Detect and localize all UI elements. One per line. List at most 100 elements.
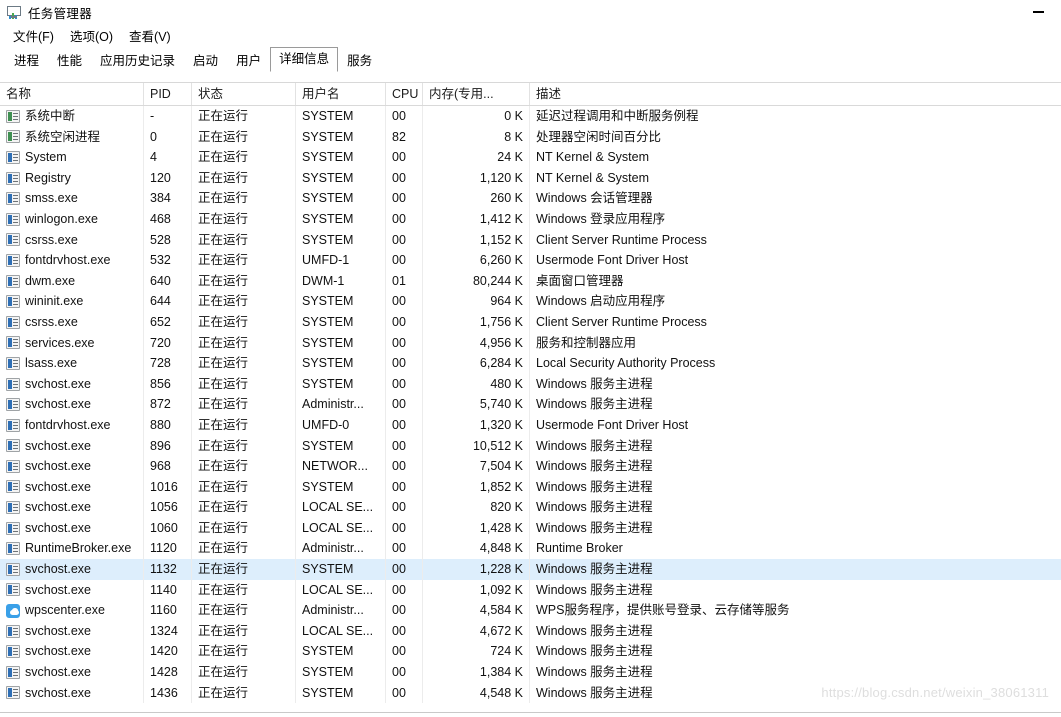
table-row[interactable]: RuntimeBroker.exe 1120 正在运行 Administr... 00 4… [0, 538, 1061, 560]
table-row[interactable]: svchost.exe 1428 正在运行 SYSTEM 00 1,384 K Window… [0, 662, 1061, 683]
bottom-divider [0, 712, 1061, 713]
cell-cpu: 00 [386, 353, 423, 374]
process-name-label: svchost.exe [25, 459, 92, 474]
table-row[interactable]: wpscenter.exe 1160 正在运行 Administr... 00 4,584… [0, 600, 1061, 621]
tab-app-history[interactable]: 应用历史记录 [91, 49, 184, 72]
table-row[interactable]: winlogon.exe 468 正在运行 SYSTEM 00 1,412 K Window… [0, 208, 1061, 230]
cell-cpu: 00 [386, 332, 423, 354]
cell-memory: 0 K [423, 106, 530, 127]
cell-name: svchost.exe [0, 662, 144, 683]
cell-description: Windows 启动应用程序 [536, 294, 666, 309]
table-row[interactable]: dwm.exe 640 正在运行 DWM-1 01 80,244 K 桌面窗口管理器 [0, 270, 1061, 292]
window-controls [1016, 0, 1061, 24]
table-row[interactable]: smss.exe 384 正在运行 SYSTEM 00 260 K Windows 会话管理… [0, 188, 1061, 209]
table-row[interactable]: svchost.exe 1060 正在运行 LOCAL SE... 00 1,428 K W… [0, 517, 1061, 539]
cell-description: Windows 服务主进程 [536, 644, 653, 659]
cell-status: 正在运行 [192, 517, 296, 539]
table-row[interactable]: svchost.exe 968 正在运行 NETWOR... 00 7,504 K Wind… [0, 456, 1061, 477]
process-name-label: svchost.exe [25, 623, 92, 638]
cell-description: Windows 服务主进程 [536, 665, 653, 680]
cell-name: svchost.exe [0, 682, 144, 704]
table-row[interactable]: 系统空闲进程 0 正在运行 SYSTEM 82 8 K 处理器空闲时间百分比 [0, 126, 1061, 148]
column-header-status[interactable]: 状态 [192, 83, 296, 105]
cell-username: SYSTEM [296, 126, 386, 148]
menu-item-options[interactable]: 选项(O) [62, 24, 121, 47]
menu-item-file[interactable]: 文件(F) [5, 24, 62, 47]
table-row[interactable]: svchost.exe 1420 正在运行 SYSTEM 00 724 K Windows … [0, 641, 1061, 663]
cell-pid: 1056 [144, 497, 192, 518]
cell-memory: 10,512 K [423, 435, 530, 457]
exe-icon [6, 171, 20, 185]
table-row[interactable]: svchost.exe 1016 正在运行 SYSTEM 00 1,852 K Window… [0, 476, 1061, 498]
table-row[interactable]: svchost.exe 1140 正在运行 LOCAL SE... 00 1,092 K W… [0, 579, 1061, 601]
process-name-label: csrss.exe [25, 232, 78, 247]
tab-users[interactable]: 用户 [227, 49, 270, 72]
tab-services[interactable]: 服务 [338, 49, 381, 72]
cell-name: wpscenter.exe [0, 600, 144, 621]
menu-item-view[interactable]: 查看(V) [121, 24, 179, 47]
cell-memory: 6,284 K [423, 353, 530, 374]
cell-name: svchost.exe [0, 373, 144, 395]
process-name-label: lsass.exe [25, 356, 78, 371]
cell-name: dwm.exe [0, 270, 144, 292]
tab-startup[interactable]: 启动 [184, 49, 227, 72]
table-row[interactable]: fontdrvhost.exe 880 正在运行 UMFD-0 00 1,320 K Use… [0, 414, 1061, 436]
table-row[interactable]: svchost.exe 1436 正在运行 SYSTEM 00 4,548 K Window… [0, 682, 1061, 704]
cell-pid: 1016 [144, 476, 192, 498]
column-header-memory[interactable]: 内存(专用... [423, 83, 530, 105]
exe-icon [6, 233, 20, 247]
process-name-label: svchost.exe [25, 582, 92, 597]
cell-pid: 384 [144, 188, 192, 209]
column-header-description[interactable]: 描述 [530, 83, 1061, 105]
table-row[interactable]: svchost.exe 896 正在运行 SYSTEM 00 10,512 K Window… [0, 435, 1061, 457]
cell-description: WPS服务程序，提供账号登录、云存储等服务 [536, 603, 790, 618]
table-row[interactable]: services.exe 720 正在运行 SYSTEM 00 4,956 K 服务和控制器… [0, 332, 1061, 354]
cell-memory: 1,428 K [423, 517, 530, 539]
tab-details[interactable]: 详细信息 [270, 47, 339, 72]
tab-processes[interactable]: 进程 [5, 49, 48, 72]
cell-username: LOCAL SE... [296, 517, 386, 539]
minimize-button[interactable] [1016, 0, 1061, 24]
cell-description: 服务和控制器应用 [536, 335, 637, 350]
column-header-cpu[interactable]: CPU [386, 83, 423, 105]
exe-icon [6, 665, 20, 679]
table-row[interactable]: csrss.exe 528 正在运行 SYSTEM 00 1,152 K Client Se… [0, 229, 1061, 251]
table-row[interactable]: csrss.exe 652 正在运行 SYSTEM 00 1,756 K Client Se… [0, 311, 1061, 333]
table-row[interactable]: wininit.exe 644 正在运行 SYSTEM 00 964 K Windows 启… [0, 291, 1061, 312]
cell-status: 正在运行 [192, 682, 296, 704]
table-row[interactable]: svchost.exe 1132 正在运行 SYSTEM 00 1,228 K Window… [0, 559, 1061, 580]
task-manager-icon [6, 4, 22, 20]
table-row[interactable]: svchost.exe 1056 正在运行 LOCAL SE... 00 820 K Win… [0, 497, 1061, 518]
cell-memory: 80,244 K [423, 270, 530, 292]
table-row[interactable]: svchost.exe 856 正在运行 SYSTEM 00 480 K Windows 服… [0, 373, 1061, 395]
cell-pid: 4 [144, 147, 192, 168]
cell-cpu: 00 [386, 188, 423, 209]
cell-description: Local Security Authority Process [536, 356, 716, 371]
table-row[interactable]: Registry 120 正在运行 SYSTEM 00 1,120 K NT Kernel … [0, 167, 1061, 189]
tab-performance[interactable]: 性能 [48, 49, 91, 72]
cell-name: csrss.exe [0, 311, 144, 333]
cell-status: 正在运行 [192, 600, 296, 621]
cell-username: SYSTEM [296, 208, 386, 230]
table-row[interactable]: fontdrvhost.exe 532 正在运行 UMFD-1 00 6,260 K Use… [0, 250, 1061, 271]
table-row[interactable]: svchost.exe 1324 正在运行 LOCAL SE... 00 4,672 K W… [0, 620, 1061, 642]
column-header-pid[interactable]: ⌃ PID [144, 83, 192, 105]
cell-memory: 724 K [423, 641, 530, 663]
table-row[interactable]: 系统中断 - 正在运行 SYSTEM 00 0 K 延迟过程调用和中断服务例程 [0, 106, 1061, 127]
table-row[interactable]: svchost.exe 872 正在运行 Administr... 00 5,740 K W… [0, 394, 1061, 415]
cell-cpu: 00 [386, 373, 423, 395]
cell-username: LOCAL SE... [296, 497, 386, 518]
cell-description: Windows 服务主进程 [536, 562, 653, 577]
cell-memory: 260 K [423, 188, 530, 209]
cell-username: SYSTEM [296, 311, 386, 333]
cell-name: RuntimeBroker.exe [0, 538, 144, 560]
cell-status: 正在运行 [192, 456, 296, 477]
column-header-name[interactable]: 名称 [0, 83, 144, 105]
cell-status: 正在运行 [192, 579, 296, 601]
column-header-username[interactable]: 用户名 [296, 83, 386, 105]
system-process-icon [6, 130, 20, 144]
process-name-label: svchost.exe [25, 644, 92, 659]
exe-icon [6, 377, 20, 391]
table-row[interactable]: lsass.exe 728 正在运行 SYSTEM 00 6,284 K Local Sec… [0, 353, 1061, 374]
table-row[interactable]: System 4 正在运行 SYSTEM 00 24 K NT Kernel & Syste… [0, 147, 1061, 168]
